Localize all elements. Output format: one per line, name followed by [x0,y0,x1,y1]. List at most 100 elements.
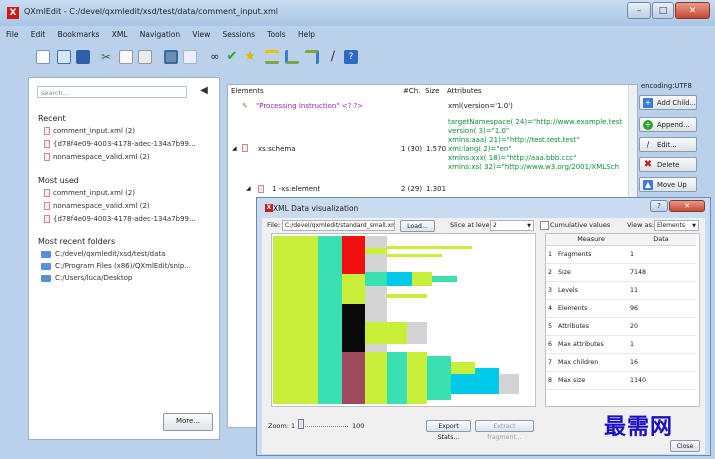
row-data: 1 [630,251,635,258]
folder-item[interactable]: C:/Users/luca/Desktop [55,274,132,282]
cut-icon[interactable]: ✂ [99,50,113,64]
row-measure: Levels [558,287,578,294]
cumulative-checkbox[interactable] [540,221,549,230]
zoom-slider[interactable] [298,425,348,427]
expand-arrow-icon[interactable]: ◢ [246,185,251,192]
row-number: 3 [548,287,553,294]
recent-item[interactable]: comment_input.xml (2) [53,127,135,135]
add-child-button[interactable]: + Add Child... [639,95,697,110]
column-elements[interactable]: Elements [231,85,264,98]
column-attributes[interactable]: Attributes [447,85,482,98]
file-path-field[interactable]: C:/devel/qxmledit/standard_small.xml [282,220,395,231]
menu-view[interactable]: View [189,30,210,39]
menu-help[interactable]: Help [295,30,315,39]
clear-search-icon[interactable]: ◀ [197,85,211,97]
paste-icon[interactable] [138,50,152,64]
folders-title: Most recent folders [38,237,116,246]
close-button[interactable]: ✕ [675,2,710,19]
view-as-label: View as: [627,221,655,229]
row-label: "Processing Instruction" <? ?> [256,102,364,110]
tree-row[interactable]: ◢ xs:schema 1 (30) 1.570 targetNamespace… [228,118,628,182]
folder-icon [41,263,51,270]
folder-icon [41,275,51,282]
data-visualization-canvas[interactable] [271,233,536,407]
column-size[interactable]: Size [425,85,439,98]
help-button[interactable]: ? [650,200,668,212]
row-label: 1 -xs:element [272,185,321,193]
menu-bookmarks[interactable]: Bookmarks [55,30,100,39]
viz-block [365,352,387,404]
folder-item[interactable]: C:/Program Files (x86)/QXmlEdit/snip... [55,262,191,270]
view-icon[interactable] [164,50,178,64]
edit-button[interactable]: ∕ Edit... [639,137,697,152]
copy-icon[interactable] [119,50,133,64]
slice-value: 2 [493,222,497,229]
new-icon[interactable] [36,50,50,64]
stats-row[interactable]: 5 Attributes 20 [546,318,696,336]
zoom-slider-handle[interactable] [298,419,304,429]
more-button[interactable]: More... [163,413,213,431]
tree-expand-icon[interactable] [265,50,279,64]
menu-file[interactable]: File [3,30,19,39]
save-icon[interactable] [76,50,90,64]
extract-fragment-button[interactable]: Extract fragment... [475,420,534,441]
view-list-icon[interactable] [183,50,197,64]
star-icon[interactable]: ★ [243,50,257,64]
view-as-select[interactable]: Elements ▼ [654,220,699,231]
minimize-button[interactable]: – [627,2,651,19]
maximize-button[interactable]: □ [652,2,674,19]
help-icon[interactable]: ? [344,50,358,64]
most-used-item[interactable]: nonamespace_valid.xml (2) [53,202,150,210]
file-icon [44,127,50,135]
recent-item[interactable]: nonamespace_valid.xml (2) [53,153,150,161]
move-up-button[interactable]: ▲ Move Up [639,177,697,192]
slice-level-select[interactable]: 2 ▼ [490,220,534,231]
most-used-item[interactable]: {d78f4e09-4003-4178-adec-134a7b99... [53,215,196,223]
row-size: 1.301 [426,185,447,193]
viz-block [365,248,387,254]
measure-header[interactable]: Measure [556,234,626,246]
viz-block [342,274,365,304]
delete-button[interactable]: ✖ Delete [639,157,697,172]
load-button[interactable]: Load... [400,220,435,232]
dialog-close-icon[interactable]: ✕ [669,200,705,212]
stats-corner [546,234,556,246]
check-icon[interactable]: ✔ [225,50,239,64]
open-icon[interactable] [57,50,71,64]
dialog-title: XML Data visualization [273,204,359,213]
menu-sessions[interactable]: Sessions [219,30,255,39]
menu-xml[interactable]: XML [109,30,128,39]
recent-item[interactable]: {d78f4e09-4003-4178-adec-134a7b99... [53,140,196,148]
attribute-line: xmlns:aaa( 21)="http://test.test.test" [448,136,580,144]
file-icon [44,189,50,197]
stats-row[interactable]: 3 Levels 11 [546,282,696,300]
tree-collapse-icon[interactable] [305,50,319,64]
menu-navigation[interactable]: Navigation [137,30,180,39]
tree-move-icon[interactable] [285,50,299,64]
export-stats-button[interactable]: Export Stats... [426,420,471,441]
row-data: 16 [630,359,639,366]
row-number: 4 [548,305,553,312]
most-used-item[interactable]: comment_input.xml (2) [53,189,135,197]
row-measure: Max size [558,377,586,384]
search-input[interactable]: search... [37,86,187,98]
expand-arrow-icon[interactable]: ◢ [232,145,237,152]
pen-icon[interactable]: ∕ [326,50,340,64]
menu-tools[interactable]: Tools [264,30,285,39]
stats-row[interactable]: 8 Max size 1140 [546,372,696,390]
view-as-value: Elements [657,222,685,229]
data-header[interactable]: Data [626,234,696,246]
folder-item[interactable]: C:/devel/qxmledit/xsd/test/data [55,250,165,258]
append-button[interactable]: + Append... [639,117,697,132]
stats-row[interactable]: 1 Fragments 1 [546,246,696,264]
binoculars-icon[interactable]: ∞ [208,50,222,64]
stats-row[interactable]: 6 Max attributes 1 [546,336,696,354]
viz-block [387,254,442,257]
column-children[interactable]: #Ch. [403,85,420,98]
stats-row[interactable]: 7 Max children 16 [546,354,696,372]
close-dialog-button[interactable]: Close [670,440,700,452]
stats-row[interactable]: 2 Size 7148 [546,264,696,282]
stats-row[interactable]: 4 Elements 96 [546,300,696,318]
button-label: Add Child... [657,99,696,107]
menu-edit[interactable]: Edit [28,30,46,39]
